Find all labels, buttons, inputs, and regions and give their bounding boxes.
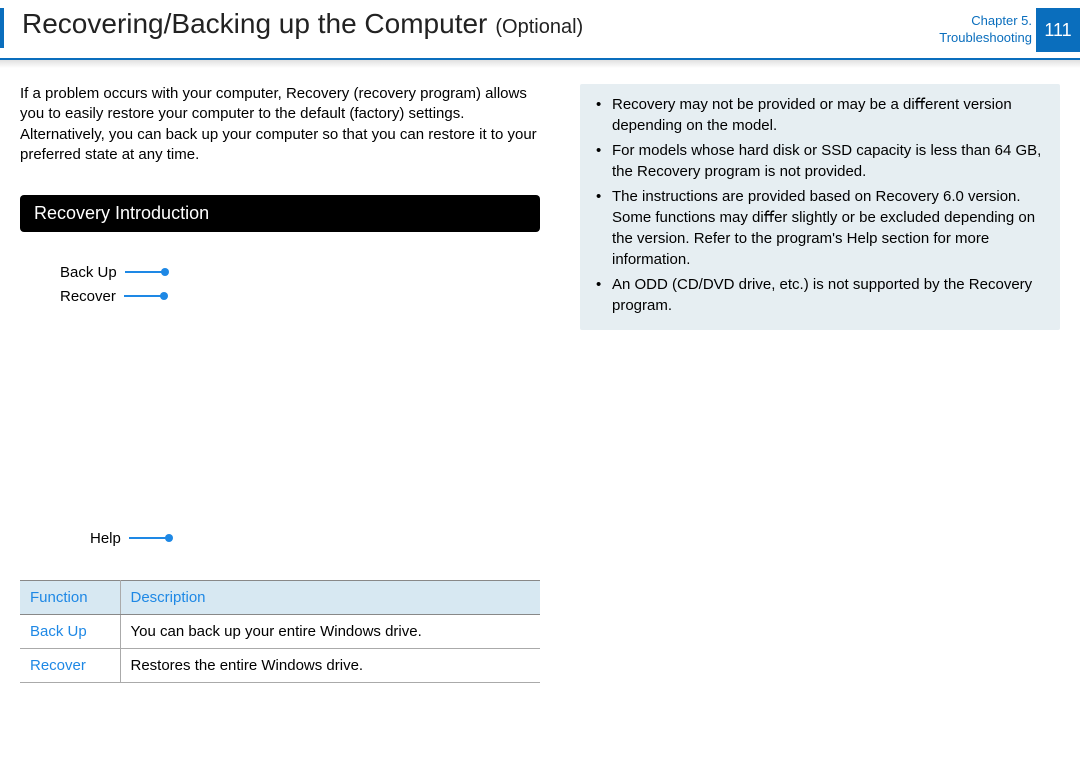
- note-item: Recovery may not be provided or may be a…: [594, 94, 1046, 136]
- notes-box: Recovery may not be provided or may be a…: [580, 84, 1060, 330]
- connector-line-icon: [124, 295, 164, 297]
- page-header: Recovering/Backing up the Computer (Opti…: [0, 0, 1080, 60]
- note-item: An ODD (CD/DVD drive, etc.) is not suppo…: [594, 274, 1046, 316]
- table-row: Recover Restores the entire Windows driv…: [20, 649, 540, 683]
- note-item: The instructions are provided based on R…: [594, 186, 1046, 270]
- diagram-backup-label: Back Up: [60, 264, 117, 281]
- intro-paragraph: If a problem occurs with your computer, …: [20, 84, 540, 165]
- section-heading: Recovery Introduction: [20, 195, 540, 232]
- header-left: Recovering/Backing up the Computer (Opti…: [0, 8, 583, 48]
- page-number: 111: [1044, 20, 1071, 41]
- notes-list: Recovery may not be provided or may be a…: [594, 94, 1046, 316]
- cell-function: Recover: [20, 649, 120, 683]
- page-title: Recovering/Backing up the Computer: [22, 8, 487, 40]
- header-right: Chapter 5. Troubleshooting 111: [939, 8, 1080, 52]
- function-table: Function Description Back Up You can bac…: [20, 580, 540, 683]
- connector-line-icon: [129, 537, 169, 539]
- table-header-row: Function Description: [20, 581, 540, 615]
- cell-function: Back Up: [20, 615, 120, 649]
- content-area: If a problem occurs with your computer, …: [0, 60, 1080, 683]
- connector-line-icon: [125, 271, 165, 273]
- th-description: Description: [120, 581, 540, 615]
- chapter-line1: Chapter 5.: [939, 13, 1032, 30]
- diagram-recover-label: Recover: [60, 288, 116, 305]
- right-column: Recovery may not be provided or may be a…: [580, 84, 1060, 683]
- page-number-badge: 111: [1036, 8, 1080, 52]
- recovery-diagram: Back Up Recover Help: [20, 260, 540, 550]
- chapter-line2: Troubleshooting: [939, 30, 1032, 47]
- diagram-backup-item: Back Up: [60, 260, 540, 284]
- header-shadow: [0, 60, 1080, 68]
- page-title-subtitle: (Optional): [495, 16, 583, 39]
- th-function: Function: [20, 581, 120, 615]
- cell-description: Restores the entire Windows drive.: [120, 649, 540, 683]
- note-item: For models whose hard disk or SSD capaci…: [594, 140, 1046, 182]
- diagram-help-label: Help: [90, 530, 121, 547]
- diagram-help-item: Help: [90, 526, 169, 550]
- diagram-recover-item: Recover: [60, 284, 540, 308]
- left-column: If a problem occurs with your computer, …: [20, 84, 540, 683]
- chapter-info: Chapter 5. Troubleshooting: [939, 13, 1032, 47]
- cell-description: You can back up your entire Windows driv…: [120, 615, 540, 649]
- table-row: Back Up You can back up your entire Wind…: [20, 615, 540, 649]
